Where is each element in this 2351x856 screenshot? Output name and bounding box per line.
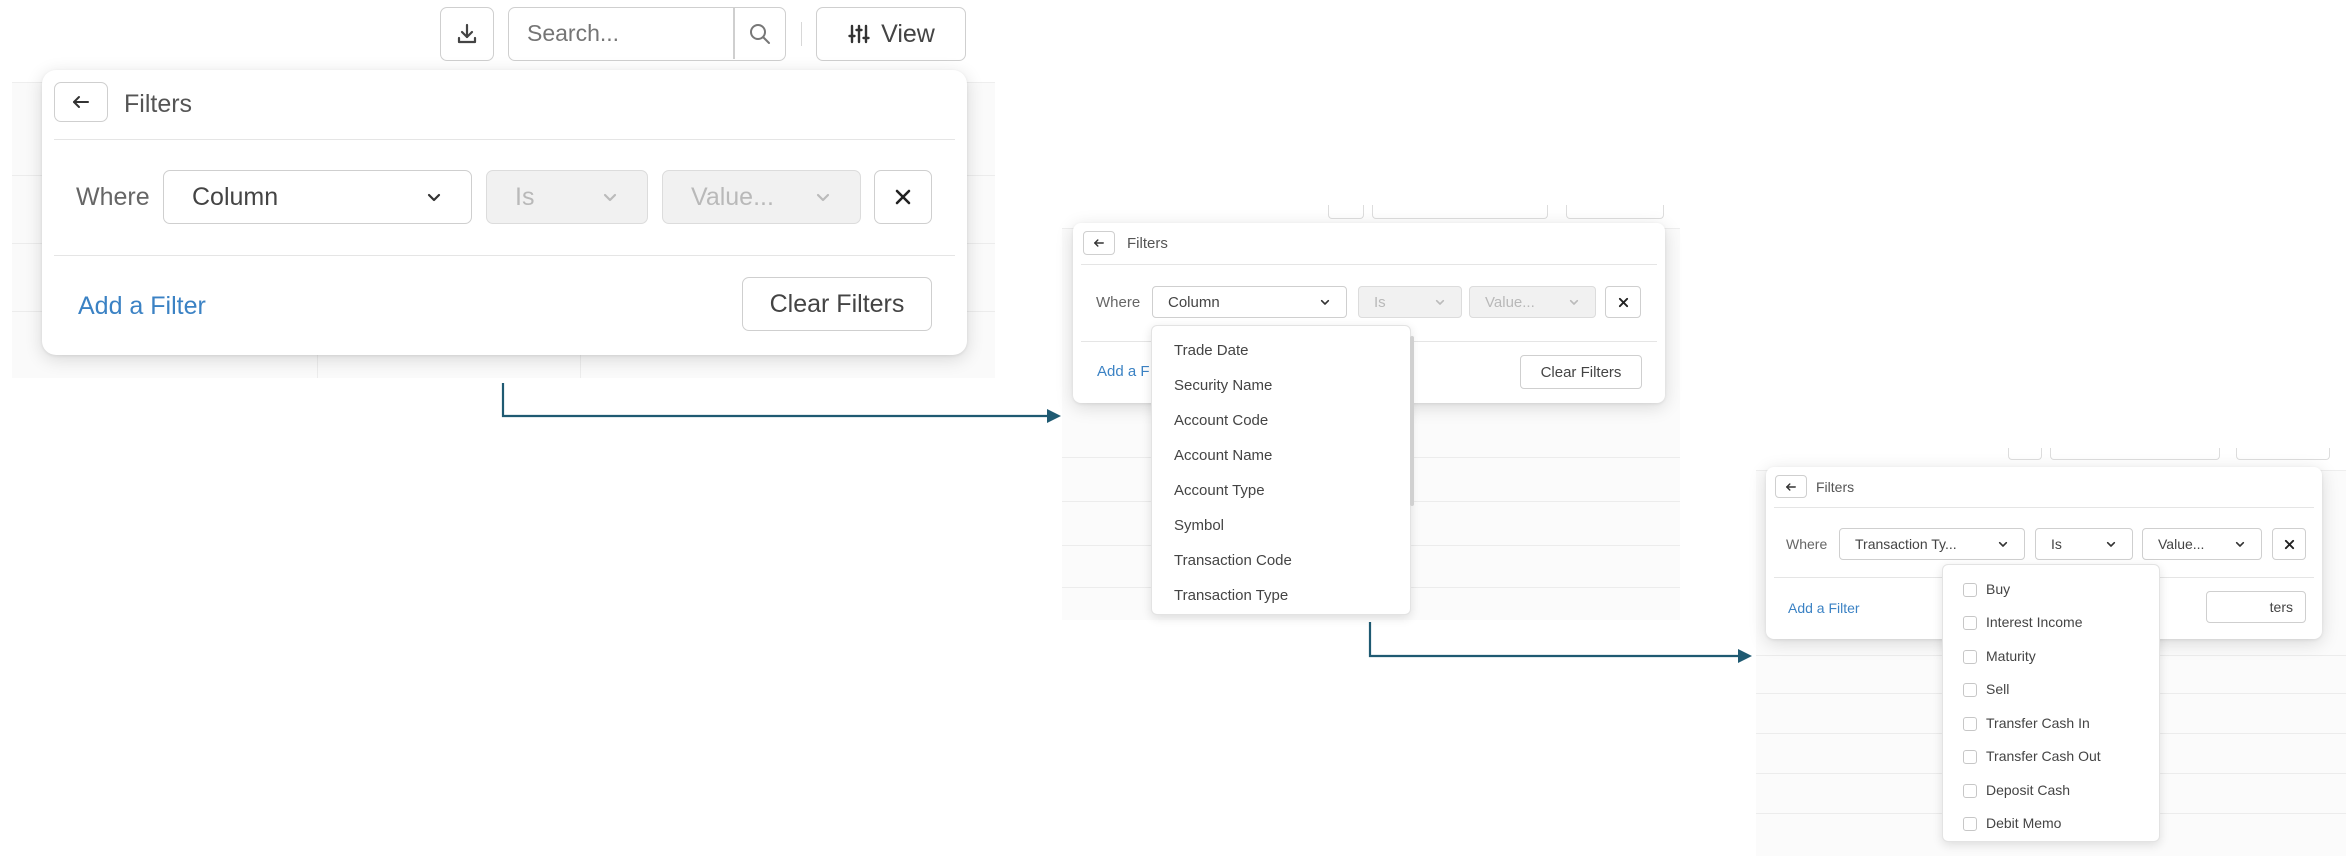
chevron-down-icon	[2235, 541, 2245, 547]
option-debit-memo[interactable]: Debit Memo	[1963, 815, 2159, 832]
operator-select-value: Is	[1374, 293, 1386, 311]
option-transfer-cash-in[interactable]: Transfer Cash In	[1963, 715, 2159, 732]
remove-filter-button[interactable]	[2272, 528, 2306, 560]
checkbox-icon[interactable]	[1963, 817, 1977, 832]
menu-item-account-name[interactable]: Account Name	[1174, 447, 1410, 464]
option-transfer-cash-out[interactable]: Transfer Cash Out	[1963, 748, 2159, 765]
chevron-down-icon	[2106, 541, 2116, 547]
option-interest-income[interactable]: Interest Income	[1963, 614, 2159, 631]
menu-item-account-code[interactable]: Account Code	[1174, 412, 1410, 429]
option-label: Maturity	[1986, 648, 2036, 664]
chevron-down-icon	[1320, 299, 1330, 305]
option-label: Buy	[1986, 581, 2011, 597]
menu-item-transaction-type[interactable]: Transaction Type	[1174, 587, 1410, 604]
toolbar-peek	[1566, 205, 1664, 219]
toolbar-peek	[2050, 448, 2220, 460]
close-icon	[1618, 297, 1628, 307]
add-filter-link[interactable]: Add a F	[1097, 363, 1150, 380]
add-filter-link[interactable]: Add a Filter	[1788, 600, 1860, 616]
option-label: Deposit Cash	[1986, 782, 2071, 798]
back-arrow-icon	[1786, 482, 1796, 491]
chevron-down-icon	[1998, 541, 2008, 547]
checkbox-icon[interactable]	[1963, 583, 1977, 598]
remove-filter-button[interactable]	[1605, 286, 1641, 318]
toolbar-peek	[2236, 448, 2330, 460]
value-select[interactable]: Value...	[2142, 528, 2262, 560]
toolbar-peek	[1328, 205, 1364, 219]
checkbox-icon[interactable]	[1963, 717, 1977, 732]
checkbox-icon[interactable]	[1963, 784, 1977, 799]
operator-select[interactable]: Is	[1358, 286, 1462, 318]
menu-item-account-type[interactable]: Account Type	[1174, 482, 1410, 499]
operator-select[interactable]: Is	[2035, 528, 2133, 560]
panel-title: Filters	[1816, 479, 1855, 495]
value-select-placeholder: Value...	[2158, 536, 2205, 552]
back-button[interactable]	[1775, 475, 1807, 498]
option-label: Interest Income	[1986, 614, 2083, 630]
column-select-value: Transaction Ty...	[1855, 536, 1957, 552]
option-label: Debit Memo	[1986, 815, 2062, 831]
option-maturity[interactable]: Maturity	[1963, 648, 2159, 665]
menu-item-trade-date[interactable]: Trade Date	[1174, 342, 1410, 359]
checkbox-icon[interactable]	[1963, 750, 1977, 765]
panel-title: Filters	[1127, 235, 1168, 252]
checkbox-icon[interactable]	[1963, 683, 1977, 698]
back-button[interactable]	[1083, 231, 1115, 255]
value-dropdown-menu: Buy Interest Income Maturity Sell Transf…	[1942, 564, 2160, 842]
column-select[interactable]: Column	[1152, 286, 1347, 318]
operator-select-value: Is	[2051, 536, 2062, 552]
checkbox-icon[interactable]	[1963, 650, 1977, 665]
back-arrow-icon	[1094, 239, 1104, 247]
close-icon	[2284, 539, 2294, 549]
chevron-down-icon	[1435, 299, 1445, 305]
option-buy[interactable]: Buy	[1963, 581, 2159, 598]
option-label: Transfer Cash Out	[1986, 748, 2101, 764]
toolbar-peek	[1372, 205, 1548, 219]
value-select[interactable]: Value...	[1469, 286, 1596, 318]
toolbar-peek	[2008, 448, 2042, 460]
clear-filters-button[interactable]: ters	[2206, 591, 2306, 623]
where-label: Where	[1096, 294, 1141, 311]
option-deposit-cash[interactable]: Deposit Cash	[1963, 782, 2159, 799]
column-select[interactable]: Transaction Ty...	[1839, 528, 2025, 560]
menu-item-symbol[interactable]: Symbol	[1174, 517, 1410, 534]
option-label: Transfer Cash In	[1986, 715, 2090, 731]
option-sell[interactable]: Sell	[1963, 681, 2159, 698]
clear-filters-button[interactable]: Clear Filters	[1520, 355, 1642, 389]
value-select-placeholder: Value...	[1485, 293, 1535, 311]
checkbox-icon[interactable]	[1963, 616, 1977, 631]
chevron-down-icon	[1569, 299, 1579, 305]
column-select-value: Column	[1168, 293, 1220, 311]
column-dropdown-menu: Trade Date Security Name Account Code Ac…	[1151, 325, 1414, 615]
menu-item-security-name[interactable]: Security Name	[1174, 377, 1410, 394]
dropdown-scrollbar[interactable]	[1410, 336, 1414, 506]
clear-filters-label: ters	[2269, 599, 2293, 615]
where-label: Where	[1786, 536, 1828, 552]
option-label: Sell	[1986, 681, 2010, 697]
menu-item-transaction-code[interactable]: Transaction Code	[1174, 552, 1410, 569]
